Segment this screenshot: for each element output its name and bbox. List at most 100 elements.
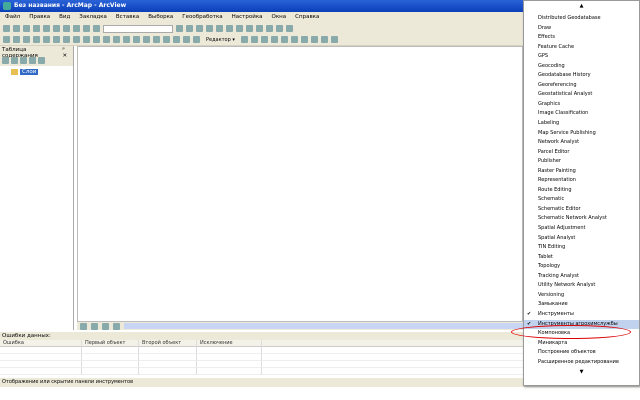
menu-item[interactable]: Замыкание — [524, 300, 639, 310]
tool-button-icon[interactable] — [53, 25, 60, 32]
menu-item[interactable]: Spatial Analyst — [524, 234, 639, 244]
tool-button-icon[interactable] — [33, 36, 40, 43]
menu-item[interactable]: Draw — [524, 24, 639, 34]
pause-icon[interactable] — [113, 322, 120, 330]
table-cell[interactable] — [197, 361, 262, 368]
tool-button-icon[interactable] — [300, 36, 308, 43]
tool-button-icon[interactable] — [113, 36, 120, 43]
tool-button-icon[interactable] — [250, 36, 258, 43]
tool-button-icon[interactable] — [256, 25, 263, 32]
layers-item[interactable]: Слои — [11, 69, 73, 75]
tool-button-icon[interactable] — [43, 36, 50, 43]
table-cell[interactable] — [0, 368, 82, 375]
menu-item[interactable]: Effects — [524, 33, 639, 43]
list-by-drawing-order-icon[interactable] — [2, 56, 9, 64]
menu-item[interactable]: Raster Painting — [524, 167, 639, 177]
menu-item[interactable]: Feature Cache — [524, 43, 639, 53]
menu-item[interactable]: Geodatabase History — [524, 71, 639, 81]
tool-button-icon[interactable] — [63, 25, 70, 32]
tool-button-icon[interactable] — [163, 36, 170, 43]
tool-button-icon[interactable] — [133, 36, 140, 43]
list-by-selection-icon[interactable] — [29, 56, 36, 64]
menu-3[interactable]: Закладка — [79, 14, 107, 21]
menu-item[interactable]: Spatial Adjustment — [524, 224, 639, 234]
table-cell[interactable] — [0, 354, 82, 361]
tool-button-icon[interactable] — [196, 25, 203, 32]
table-cell[interactable] — [197, 354, 262, 361]
menu-item[interactable]: Graphics — [524, 100, 639, 110]
tool-button-icon[interactable] — [73, 25, 80, 32]
editor-dropdown[interactable]: Редактор ▾ — [203, 37, 238, 43]
table-cell[interactable] — [139, 354, 197, 361]
tool-button-icon[interactable] — [266, 25, 273, 32]
tool-button-icon[interactable] — [320, 36, 328, 43]
tool-button-icon[interactable] — [216, 25, 223, 32]
table-cell[interactable] — [82, 368, 139, 375]
horizontal-scrollbar[interactable] — [124, 323, 523, 329]
tool-button-icon[interactable] — [286, 25, 293, 32]
menu-7[interactable]: Настройка — [232, 14, 263, 21]
tool-button-icon[interactable] — [290, 36, 298, 43]
table-cell[interactable] — [139, 347, 197, 354]
tool-button-icon[interactable] — [183, 36, 190, 43]
tool-button-icon[interactable] — [83, 25, 90, 32]
table-cell[interactable] — [197, 368, 262, 375]
menu-item[interactable]: Topology — [524, 262, 639, 272]
tool-button-icon[interactable] — [260, 36, 268, 43]
menu-9[interactable]: Справка — [295, 14, 319, 21]
tool-button-icon[interactable] — [310, 36, 318, 43]
tool-button-icon[interactable] — [153, 36, 160, 43]
tool-button-icon[interactable] — [226, 25, 233, 32]
menu-1[interactable]: Правка — [29, 14, 50, 21]
tool-button-icon[interactable] — [143, 36, 150, 43]
scale-combo[interactable] — [103, 24, 173, 33]
menu-item[interactable]: Map Service Publishing — [524, 129, 639, 139]
tool-button-icon[interactable] — [23, 25, 30, 32]
menu-6[interactable]: Геообработка — [182, 14, 222, 21]
list-by-visibility-icon[interactable] — [20, 56, 27, 64]
table-cell[interactable] — [0, 361, 82, 368]
tool-button-icon[interactable] — [53, 36, 60, 43]
menu-item[interactable]: Publisher — [524, 157, 639, 167]
tool-button-icon[interactable] — [13, 25, 20, 32]
tool-button-icon[interactable] — [270, 36, 278, 43]
menu-item[interactable]: Utility Network Analyst — [524, 281, 639, 291]
tool-button-icon[interactable] — [103, 36, 110, 43]
tool-button-icon[interactable] — [23, 36, 30, 43]
table-cell[interactable] — [0, 347, 82, 354]
menu-item[interactable]: Schematic Network Analyst — [524, 214, 639, 224]
tool-button-icon[interactable] — [3, 25, 10, 32]
tool-button-icon[interactable] — [176, 25, 183, 32]
tool-button-icon[interactable] — [276, 25, 283, 32]
menu-item[interactable]: Versioning — [524, 291, 639, 301]
menu-item[interactable]: Инструменты — [524, 310, 639, 320]
list-by-source-icon[interactable] — [11, 56, 18, 64]
table-cell[interactable] — [139, 368, 197, 375]
table-cell[interactable] — [197, 347, 262, 354]
menu-item[interactable]: Network Analyst — [524, 138, 639, 148]
tool-button-icon[interactable] — [93, 36, 100, 43]
menu-item[interactable]: TIN Editing — [524, 243, 639, 253]
menu-item[interactable]: Миникарта — [524, 339, 639, 349]
tool-button-icon[interactable] — [63, 36, 70, 43]
tool-button-icon[interactable] — [280, 36, 288, 43]
menu-item[interactable]: Representation — [524, 176, 639, 186]
data-view-icon[interactable] — [80, 322, 87, 330]
tool-button-icon[interactable] — [33, 25, 40, 32]
menu-item[interactable]: Schematic Editor — [524, 205, 639, 215]
layout-view-icon[interactable] — [91, 322, 98, 330]
tool-button-icon[interactable] — [93, 25, 100, 32]
menu-item[interactable]: Image Classification — [524, 109, 639, 119]
menu-item[interactable]: Labeling — [524, 119, 639, 129]
menu-item[interactable]: Route Editing — [524, 186, 639, 196]
menu-0[interactable]: Файл — [5, 14, 20, 21]
menu-5[interactable]: Выборка — [148, 14, 173, 21]
tool-button-icon[interactable] — [236, 25, 243, 32]
tool-button-icon[interactable] — [43, 25, 50, 32]
map-view[interactable] — [77, 46, 523, 322]
table-cell[interactable] — [139, 361, 197, 368]
menu-item[interactable]: Tablet — [524, 253, 639, 263]
table-cell[interactable] — [82, 347, 139, 354]
tool-button-icon[interactable] — [73, 36, 80, 43]
scroll-up-arrow[interactable]: ▲ — [524, 1, 639, 14]
